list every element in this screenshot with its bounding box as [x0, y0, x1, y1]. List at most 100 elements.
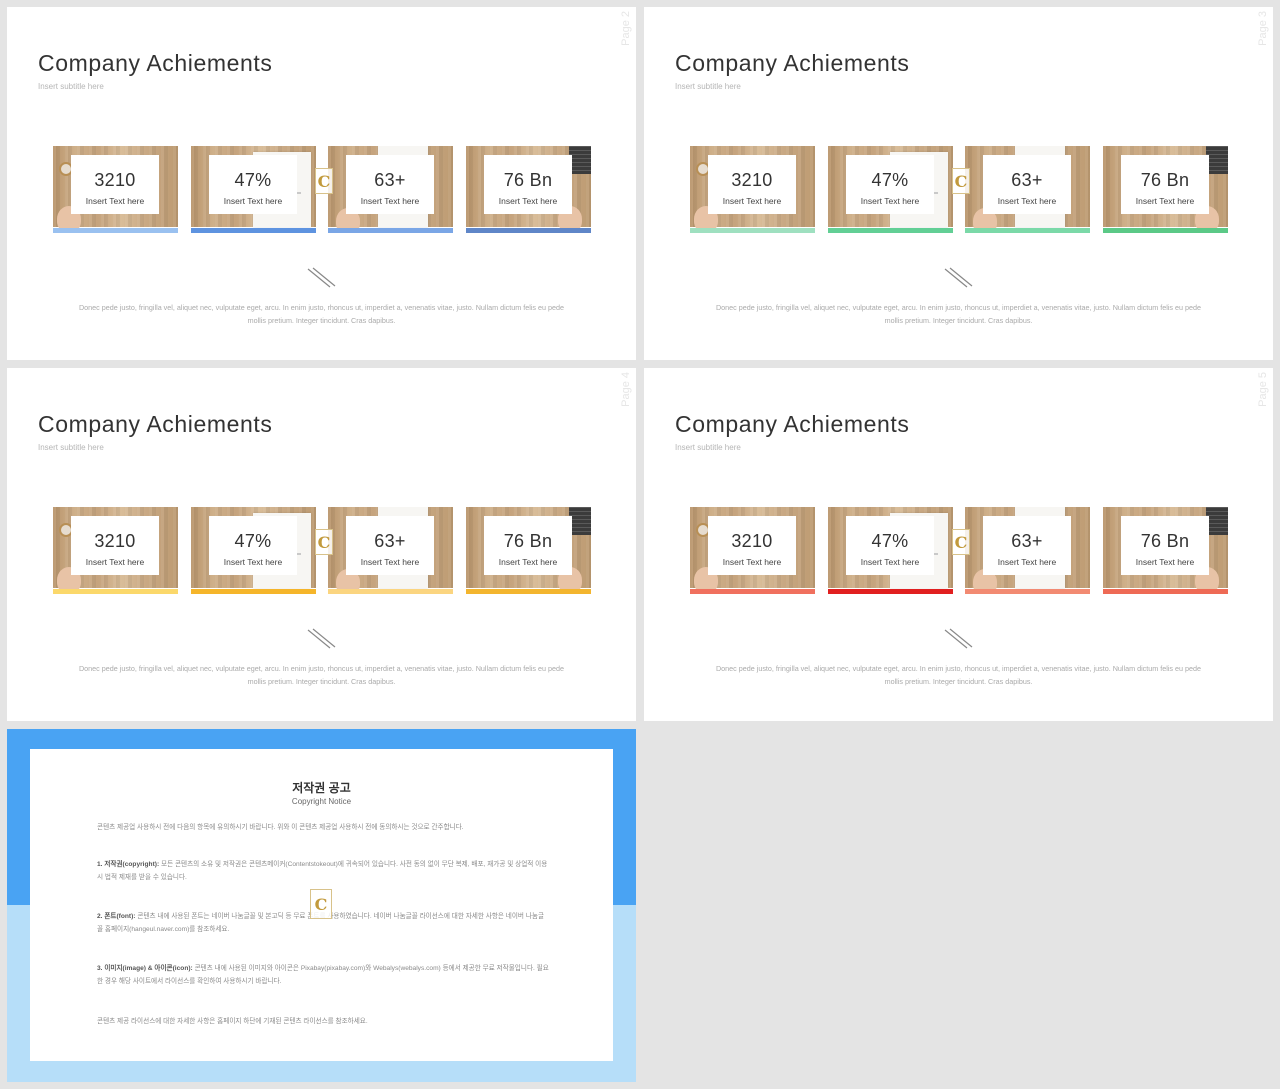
achievement-card[interactable]: 47% Insert Text here — [191, 507, 316, 594]
slide-copyright-notice[interactable]: 저작권 공고 Copyright Notice 콘텐츠 제공업 사용하시 전에 … — [7, 729, 636, 1082]
card-caption: Insert Text here — [1135, 557, 1195, 567]
card-accent-bar — [690, 589, 815, 594]
card-value-box: 76 Bn Insert Text here — [1121, 516, 1209, 575]
slide-title: Company Achiements — [675, 50, 910, 76]
slide-s2[interactable]: Company Achiements Insert subtitle here Pa… — [7, 7, 636, 360]
double-slash-icon — [944, 267, 973, 288]
card-value-box: 76 Bn Insert Text here — [1121, 155, 1209, 214]
slide-subtitle: Insert subtitle here — [675, 82, 741, 91]
slide-title: Company Achiements — [38, 411, 273, 437]
page-number-label: Page 4 — [620, 372, 632, 407]
card-value: 47% — [871, 531, 909, 551]
slide-subtitle: Insert subtitle here — [38, 82, 104, 91]
card-accent-bar — [191, 228, 316, 233]
slide-subtitle: Insert subtitle here — [38, 443, 104, 452]
card-accent-bar — [1103, 589, 1228, 594]
card-value-box: 76 Bn Insert Text here — [484, 516, 572, 575]
achievement-card[interactable]: 3210 Insert Text here — [690, 507, 815, 594]
card-value: 76 Bn — [1140, 531, 1190, 551]
copyright-item-3-head: 3. 이미지(image) & 아이콘(icon): — [97, 965, 193, 972]
keyboard-icon — [1206, 146, 1228, 174]
page-number-label: Page 3 — [1257, 11, 1269, 46]
card-value: 3210 — [731, 531, 773, 551]
double-slash-icon — [944, 628, 973, 649]
achievement-card[interactable]: 76 Bn Insert Text here — [1103, 507, 1228, 594]
keyboard-icon — [1206, 507, 1228, 535]
card-value-box: 3210 Insert Text here — [708, 155, 796, 214]
page-number-label: Page 2 — [620, 11, 632, 46]
logo-letter: C — [317, 171, 331, 191]
page-number-label: Page 5 — [1257, 372, 1269, 407]
card-value: 63+ — [374, 531, 406, 551]
card-caption: Insert Text here — [360, 196, 420, 206]
copyright-item-1-text: 모든 콘텐츠의 소유 및 저작권은 콘텐츠메이커(Contentstokeout… — [97, 861, 548, 881]
card-value: 63+ — [1011, 531, 1043, 551]
card-caption: Insert Text here — [722, 557, 782, 567]
card-value: 63+ — [1011, 170, 1043, 190]
logo-watermark-icon: C — [952, 168, 970, 194]
logo-watermark-icon: C — [315, 529, 333, 555]
card-accent-bar — [690, 228, 815, 233]
achievement-card[interactable]: 63+ Insert Text here — [328, 146, 453, 233]
card-accent-bar — [965, 589, 1090, 594]
card-value: 63+ — [374, 170, 406, 190]
copyright-intro: 콘텐츠 제공업 사용하시 전에 다음의 항목에 유의하시기 바랍니다. 위와 이… — [97, 824, 464, 831]
card-accent-bar — [828, 228, 953, 233]
achievement-card[interactable]: 3210 Insert Text here — [53, 507, 178, 594]
achievement-card[interactable]: 47% Insert Text here — [191, 146, 316, 233]
slide-body-text: Donec pede justo, fringilla vel, aliquet… — [78, 664, 565, 686]
card-accent-bar — [466, 589, 591, 594]
slide-body-text: Donec pede justo, fringilla vel, aliquet… — [715, 303, 1202, 325]
card-accent-bar — [328, 589, 453, 594]
achievement-card[interactable]: 76 Bn Insert Text here — [466, 507, 591, 594]
achievement-card[interactable]: 63+ Insert Text here — [965, 146, 1090, 233]
card-value-box: 63+ Insert Text here — [346, 516, 434, 575]
card-accent-bar — [466, 228, 591, 233]
copyright-subtitle: Copyright Notice — [291, 797, 352, 806]
achievement-card[interactable]: 76 Bn Insert Text here — [1103, 146, 1228, 233]
logo-watermark-icon: C — [315, 168, 333, 194]
logo-letter: C — [317, 532, 331, 552]
slide-s4[interactable]: Company Achiements Insert subtitle here Pa… — [7, 368, 636, 721]
achievement-card[interactable]: 76 Bn Insert Text here — [466, 146, 591, 233]
achievement-card[interactable]: 3210 Insert Text here — [53, 146, 178, 233]
logo-watermark-icon: C — [952, 529, 970, 555]
card-value-box: 47% Insert Text here — [846, 155, 934, 214]
card-accent-bar — [965, 228, 1090, 233]
slide-title: Company Achiements — [675, 411, 910, 437]
card-value: 76 Bn — [503, 531, 553, 551]
card-value-box: 47% Insert Text here — [209, 516, 297, 575]
achievement-cards: 3210 Insert Text here 47% Insert Text here 6… — [53, 146, 591, 233]
copyright-item-1: 1. 저작권(copyright): 모든 콘텐츠의 소유 및 저작권은 콘텐츠… — [97, 858, 549, 884]
card-caption: Insert Text here — [498, 196, 558, 206]
achievement-card[interactable]: 47% Insert Text here — [828, 146, 953, 233]
card-accent-bar — [191, 589, 316, 594]
achievement-card[interactable]: 63+ Insert Text here — [965, 507, 1090, 594]
slide-s3[interactable]: Company Achiements Insert subtitle here Pa… — [644, 7, 1273, 360]
achievement-card[interactable]: 47% Insert Text here — [828, 507, 953, 594]
double-slash-icon — [307, 267, 336, 288]
slide-body-text: Donec pede justo, fringilla vel, aliquet… — [78, 303, 565, 325]
achievement-card[interactable]: 63+ Insert Text here — [328, 507, 453, 594]
card-value-box: 3210 Insert Text here — [71, 155, 159, 214]
slide-s5[interactable]: Company Achiements Insert subtitle here Pa… — [644, 368, 1273, 721]
copyright-footer: 콘텐츠 제공 라이선스에 대한 자세한 사항은 홈페이지 하단에 기재된 콘텐츠… — [97, 1018, 368, 1025]
card-caption: Insert Text here — [860, 196, 920, 206]
copyright-title: 저작권 공고 — [292, 781, 351, 795]
card-caption: Insert Text here — [997, 196, 1057, 206]
card-caption: Insert Text here — [997, 557, 1057, 567]
card-caption: Insert Text here — [498, 557, 558, 567]
achievement-card[interactable]: 3210 Insert Text here — [690, 146, 815, 233]
keyboard-icon — [569, 507, 591, 535]
card-caption: Insert Text here — [860, 557, 920, 567]
card-value: 47% — [234, 531, 272, 551]
copyright-panel: 저작권 공고 Copyright Notice 콘텐츠 제공업 사용하시 전에 … — [30, 749, 613, 1061]
card-caption: Insert Text here — [722, 196, 782, 206]
card-value-box: 63+ Insert Text here — [983, 155, 1071, 214]
card-value: 3210 — [94, 170, 136, 190]
card-caption: Insert Text here — [85, 196, 145, 206]
slide-subtitle: Insert subtitle here — [675, 443, 741, 452]
logo-letter: C — [954, 532, 968, 552]
card-caption: Insert Text here — [1135, 196, 1195, 206]
logo-letter: C — [954, 171, 968, 191]
